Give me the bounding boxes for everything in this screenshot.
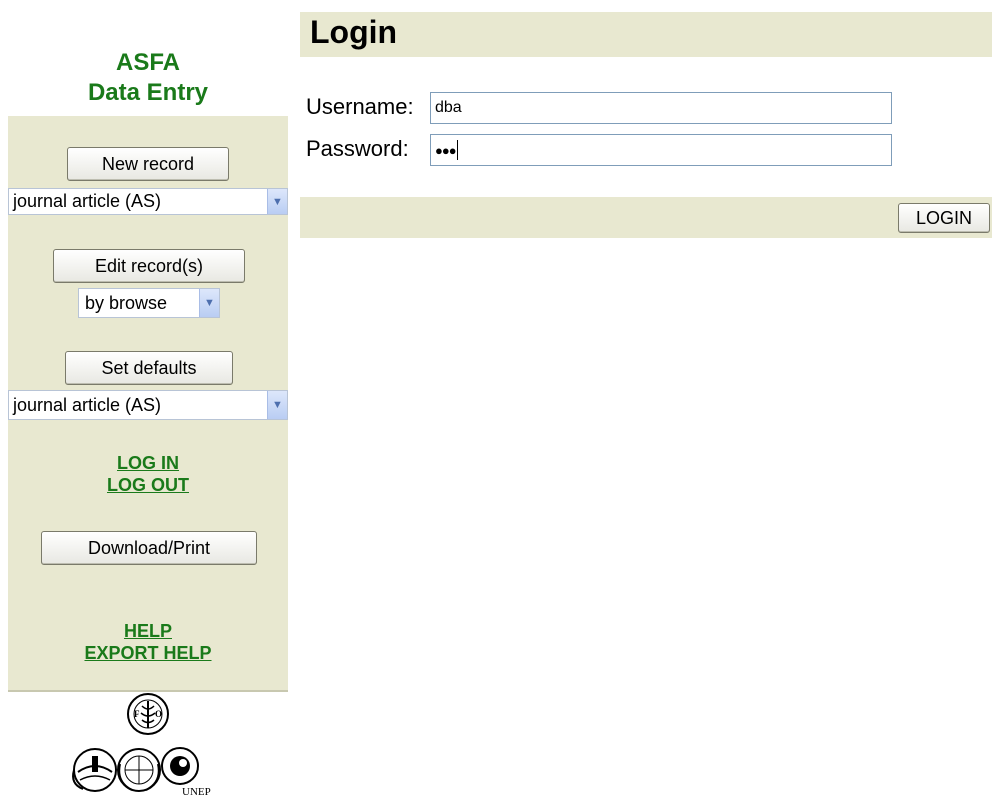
chevron-down-icon[interactable]: ▼ <box>199 289 219 317</box>
username-input[interactable]: dba <box>430 92 892 124</box>
ioc-logo-icon <box>72 748 117 792</box>
new-record-type-select[interactable]: journal article (AS) ▼ <box>8 188 288 215</box>
new-record-type-value: journal article (AS) <box>13 191 162 211</box>
page-title: Login <box>310 14 398 50</box>
app-title: ASFA Data Entry <box>8 48 288 108</box>
download-print-button[interactable]: Download/Print <box>41 531 257 565</box>
login-link[interactable]: LOG IN <box>8 452 288 474</box>
unep-logo-icon: UNEP <box>161 747 211 798</box>
set-defaults-button[interactable]: Set defaults <box>65 351 233 385</box>
svg-text:F: F <box>134 709 140 719</box>
username-label: Username: <box>306 94 414 119</box>
login-button[interactable]: LOGIN <box>898 203 990 233</box>
export-help-link[interactable]: EXPORT HELP <box>8 642 288 664</box>
defaults-type-value: journal article (AS) <box>13 394 162 415</box>
password-label: Password: <box>306 136 409 161</box>
partner-logos: F O UNEP <box>8 692 288 798</box>
username-value: dba <box>435 99 462 116</box>
text-caret <box>456 140 458 160</box>
svg-text:O: O <box>155 709 162 719</box>
defaults-type-select[interactable]: journal article (AS) ▼ <box>8 390 288 420</box>
chevron-down-icon[interactable]: ▼ <box>267 391 287 419</box>
unep-logo-text: UNEP <box>182 786 211 798</box>
edit-mode-value: by browse <box>85 292 168 313</box>
help-link[interactable]: HELP <box>8 620 288 642</box>
logout-link[interactable]: LOG OUT <box>8 474 288 496</box>
password-mask: ●●● <box>435 142 457 158</box>
page-header: Login <box>300 12 992 57</box>
un-logo-icon <box>117 748 161 792</box>
fao-logo-icon: F O <box>127 693 169 735</box>
sidebar-panel: New record journal article (AS) ▼ Edit r… <box>8 116 288 692</box>
chevron-down-icon[interactable]: ▼ <box>267 189 287 214</box>
form-actions-bar: LOGIN <box>300 197 992 238</box>
password-input[interactable]: ●●● <box>430 134 892 166</box>
logos-svg: F O UNEP <box>72 693 211 798</box>
app-title-line2: Data Entry <box>87 79 209 106</box>
edit-mode-select[interactable]: by browse ▼ <box>78 288 220 318</box>
app-title-line1: ASFA <box>115 49 180 76</box>
new-record-button[interactable]: New record <box>67 147 229 181</box>
edit-records-button[interactable]: Edit record(s) <box>53 249 245 283</box>
